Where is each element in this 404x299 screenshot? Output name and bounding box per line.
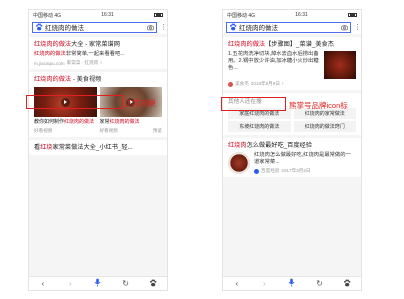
search-query: 红烧肉的做法 <box>239 25 278 32</box>
baidu-paw-icon <box>229 23 237 31</box>
brand-logo-icon <box>228 81 233 87</box>
camera-icon[interactable] <box>147 24 154 31</box>
result-title[interactable]: 红烧肉的做法【步骤图】_菜谱_美食杰 <box>228 41 356 49</box>
result-thumbnail[interactable] <box>228 152 250 174</box>
search-result-card[interactable]: 红烧肉的做法大全 - 家常菜谱网 红烧肉的做法非常简单,一起来看看吧... m.… <box>29 37 167 69</box>
search-result-card[interactable]: 红烧肉的做法【步骤图】_菜谱_美食杰 1.五花肉洗净切块,焯水去血水后捞出备用。… <box>223 37 361 90</box>
result-date: 2018年5月9日 <box>250 81 280 86</box>
bottom-toolbar: ‹ › ↻ <box>223 276 361 290</box>
search-result-card[interactable]: 看红烧家常菜做法大全_小红书_轻... <box>29 139 167 155</box>
result-title[interactable]: 红烧肉的做法 - 美食视频 <box>34 76 162 84</box>
back-arrow-icon[interactable]: ‹ <box>37 279 49 288</box>
result-snippet: 红烧肉怎么做最好吃,红烧肉是最常做的一道家常菜... <box>254 152 351 165</box>
annotation-label-normal: 正常效果 <box>124 99 156 108</box>
more-vertical-icon[interactable]: ⋮ <box>354 24 361 31</box>
status-bar: 中国移动 4G 16:31 <box>29 10 167 20</box>
baidu-paw-icon <box>35 23 43 31</box>
phone-screen-brand: 中国移动 4G 16:31 红烧肉的做法 ⋮ 红烧肉的做法【步骤图】_菜谱_美食… <box>222 9 362 291</box>
result-title[interactable]: 看红烧家常菜做法大全_小红书_轻... <box>34 144 162 152</box>
clock: 16:31 <box>295 12 308 18</box>
search-bar: 红烧肉的做法 ⋮ <box>29 20 167 34</box>
bottom-toolbar: ‹ › ↻ <box>29 276 167 290</box>
search-result-card[interactable]: 红烧肉怎么做最好吃_百度经验 红烧肉怎么做最好吃,红烧肉是最常做的一道家常菜..… <box>223 138 361 177</box>
result-source: m.jiacaipu.com <box>34 60 65 66</box>
annotation-highlight-box <box>221 97 286 111</box>
brand-name: 美食杰 <box>235 81 249 86</box>
microphone-icon[interactable] <box>286 278 298 289</box>
result-title[interactable]: 红烧肉的做法大全 - 家常菜谱网 <box>34 41 162 49</box>
result-source: 百度经验 <box>261 168 280 173</box>
refresh-icon[interactable]: ↻ <box>120 279 132 288</box>
battery-icon <box>348 13 357 17</box>
baidu-paw-icon[interactable] <box>147 278 159 289</box>
result-snippet: 红烧肉的做法非常简单,一起来看看吧... <box>34 51 125 57</box>
carrier-label: 中国移动 4G <box>33 12 62 19</box>
search-input[interactable]: 红烧肉的做法 <box>226 21 351 33</box>
back-arrow-icon[interactable]: ‹ <box>231 279 243 288</box>
forward-arrow-icon[interactable]: › <box>258 279 270 288</box>
result-date: 2017年3月2日 <box>281 168 311 173</box>
status-icons <box>154 13 163 17</box>
phone-screen-normal: 中国移动 4G 16:31 红烧肉的做法 ⋮ 红烧肉的做法大全 - 家常菜谱网 … <box>28 9 168 291</box>
related-search-chip[interactable]: 红烧肉的做法窍门 <box>293 121 356 132</box>
search-input[interactable]: 红烧肉的做法 <box>32 21 157 33</box>
battery-icon <box>154 13 163 17</box>
result-title[interactable]: 红烧肉怎么做最好吃_百度经验 <box>228 142 356 150</box>
chevron-right-icon: › <box>100 60 102 66</box>
search-query: 红烧肉的做法 <box>45 25 84 32</box>
microphone-icon[interactable] <box>92 278 104 289</box>
search-bar: 红烧肉的做法 ⋮ <box>223 20 361 34</box>
forward-arrow-icon[interactable]: › <box>64 279 76 288</box>
baidu-paw-icon[interactable] <box>341 278 353 289</box>
result-thumbnail[interactable] <box>324 51 356 79</box>
result-category: 家常菜 · 红烧肉 <box>66 60 99 65</box>
status-icons <box>348 13 357 17</box>
result-snippet: 1.五花肉洗净切块,焯水去血水后捞出备用。2.锅中放少许油,加冰糖小火炒出糖色.… <box>228 51 319 71</box>
carrier-label: 中国移动 4G <box>227 12 256 19</box>
related-search-chip[interactable]: 东坡红烧肉的做法 <box>228 121 291 132</box>
baidu-jingyan-icon <box>254 168 259 174</box>
video-author: 好看视频 <box>99 127 118 133</box>
annotation-label-brand: 熊掌号品牌icon标 <box>289 101 348 110</box>
video-caption[interactable]: 家常红烧肉的做法 <box>100 119 163 126</box>
chevron-right-icon: › <box>281 81 284 87</box>
result-source-line: m.jiacaipu.com 家常菜 · 红烧肉 › <box>34 60 162 66</box>
status-bar: 中国移动 4G 16:31 <box>223 10 361 20</box>
result-source-line: 百度经验 2017年3月2日 <box>254 168 356 174</box>
more-vertical-icon[interactable]: ⋮ <box>160 24 167 31</box>
refresh-icon[interactable]: ↻ <box>314 279 326 288</box>
result-source-line: 美食杰 2018年5月9日 › <box>228 81 356 87</box>
video-caption[interactable]: 教你如何制作红烧肉的做法 <box>34 119 97 126</box>
preview-button[interactable]: 预览 <box>153 128 162 134</box>
video-author: 好看视频 <box>34 127 53 133</box>
annotation-highlight-box <box>26 95 123 109</box>
camera-icon[interactable] <box>341 24 348 31</box>
clock: 16:31 <box>101 12 114 18</box>
